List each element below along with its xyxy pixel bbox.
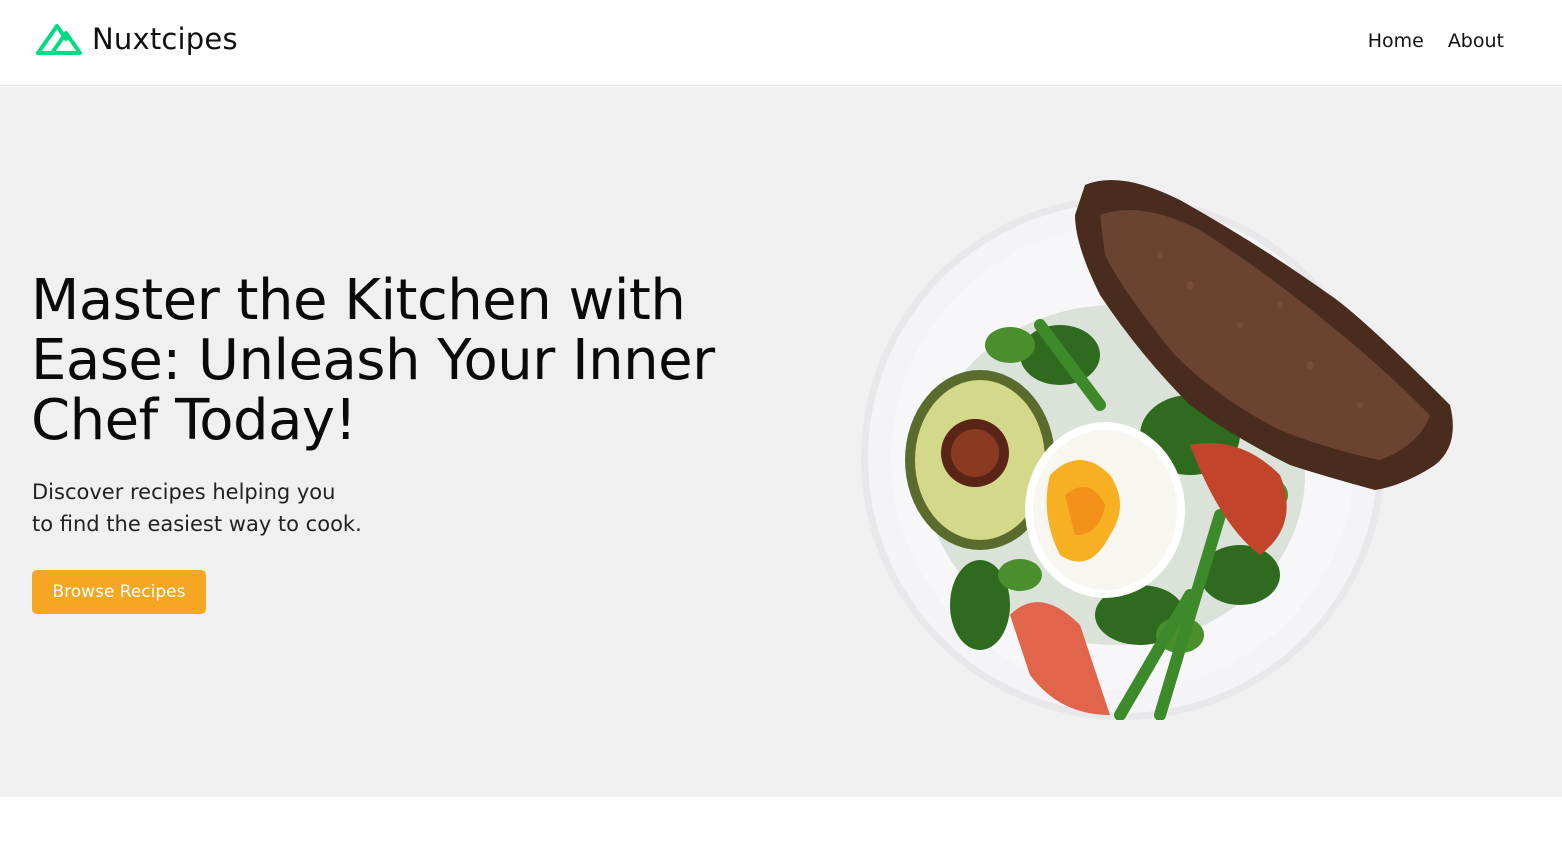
nav-link-home[interactable]: Home	[1368, 30, 1424, 52]
nuxt-logo-icon	[36, 24, 82, 55]
hero-section: Master the Kitchen with Ease: Unleash Yo…	[0, 87, 1562, 797]
brand-link[interactable]: Nuxtcipes	[36, 22, 238, 56]
nav-links: Home About	[1368, 30, 1504, 52]
page-content-area	[0, 797, 1562, 854]
hero-subtitle: Discover recipes helping you to find the…	[32, 476, 452, 540]
hero-food-plate-image	[861, 180, 1453, 720]
navbar: Nuxtcipes Home About	[0, 0, 1562, 86]
hero-subtitle-line: to find the easiest way to cook.	[32, 512, 362, 536]
nav-link-about[interactable]: About	[1448, 30, 1504, 52]
brand-name: Nuxtcipes	[92, 22, 238, 56]
browse-recipes-button[interactable]: Browse Recipes	[32, 570, 206, 614]
hero-title: Master the Kitchen with Ease: Unleash Yo…	[31, 268, 715, 453]
hero-subtitle-line: Discover recipes helping you	[32, 480, 336, 504]
